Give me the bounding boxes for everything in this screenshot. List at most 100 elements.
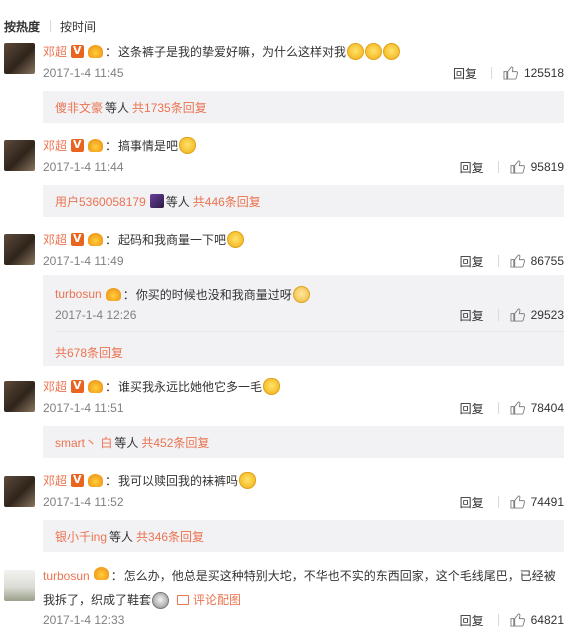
reply-button[interactable]: 回复 — [460, 253, 484, 270]
thumbs-up-icon[interactable] — [510, 160, 525, 174]
avatar[interactable] — [4, 570, 35, 601]
comment-text-continued: 我拆了，织成了鞋套 — [43, 593, 152, 607]
colon: ： — [105, 232, 118, 247]
like-count: 86755 — [530, 254, 564, 268]
comment-image-link[interactable]: 评论配图 — [177, 593, 241, 607]
comment-meta: 2017-1-4 11:44 回复 95819 — [43, 159, 568, 175]
reply-button[interactable]: 回复 — [453, 65, 477, 82]
colon: ： — [105, 379, 118, 394]
tab-by-hot[interactable]: 按热度 — [4, 18, 40, 35]
replies-summary[interactable]: 傻非文豪 等人 共1735条回复 — [43, 91, 564, 123]
action-divider — [497, 309, 499, 321]
comment-text: 怎么办，他总是买这种特别大坨，不华也不实的东西回家，这个毛线尾巴，已经被 — [123, 569, 556, 583]
reply-username[interactable]: smart丶 白 — [55, 434, 112, 451]
comment-line: 邓超 ： 搞事情是吧 — [43, 136, 197, 154]
colon: ： — [105, 44, 118, 59]
reply-others: 等人 — [114, 435, 139, 450]
vip-crown-icon — [88, 44, 104, 58]
crying-emoji-icon — [347, 42, 365, 60]
colon: ： — [105, 473, 118, 488]
comment-meta: 2017-1-4 11:52 回复 74491 — [43, 494, 568, 510]
cat-smirk-emoji-icon — [263, 377, 281, 395]
like-count: 78404 — [530, 401, 564, 415]
avatar[interactable] — [4, 43, 35, 74]
reply-button[interactable]: 回复 — [460, 400, 484, 417]
user-badge-icon — [149, 194, 164, 208]
nested-divider — [55, 331, 564, 332]
comment-line: 邓超 ： 我可以赎回我的袜裤吗 — [43, 471, 257, 489]
cat-smirk-emoji-icon — [179, 136, 197, 154]
reply-count-link[interactable]: 共346条回复 — [136, 528, 204, 545]
comment-line: turbosun ：怎么办，他总是买这种特别大坨，不华也不实的东西回家，这个毛线尾… — [43, 564, 563, 612]
eye-roll-emoji-icon — [292, 285, 310, 303]
comment-line-2: 我拆了，织成了鞋套 评论配图 — [43, 588, 563, 612]
username[interactable]: 邓超 — [43, 43, 67, 60]
action-divider — [497, 402, 499, 414]
nested-reply-line: turbosun ： 你买的时候也没和我商量过呀 — [55, 285, 310, 303]
avatar[interactable] — [4, 476, 35, 507]
username[interactable]: turbosun — [43, 569, 90, 583]
username[interactable]: turbosun — [55, 287, 102, 301]
thumbs-up-icon[interactable] — [510, 495, 525, 509]
comment-actions: 回复 74491 — [460, 494, 564, 510]
thumbs-up-icon[interactable] — [510, 254, 525, 268]
thumbs-up-icon[interactable] — [510, 308, 525, 322]
comment-meta: 2017-1-4 12:33 回复 64821 — [43, 612, 568, 628]
username[interactable]: 邓超 — [43, 378, 67, 395]
replies-summary[interactable]: smart丶 白 等人 共452条回复 — [43, 426, 564, 458]
replies-summary[interactable]: 用户5360058179 等人 共446条回复 — [43, 185, 564, 217]
timestamp: 2017-1-4 11:52 — [43, 495, 124, 509]
reply-username[interactable]: 用户5360058179 — [55, 193, 146, 210]
timestamp: 2017-1-4 11:44 — [43, 160, 124, 174]
comment-actions: 回复 86755 — [460, 253, 564, 269]
colon: ： — [122, 287, 135, 302]
reply-button[interactable]: 回复 — [460, 307, 484, 324]
reply-count-link[interactable]: 共446条回复 — [193, 193, 261, 210]
reply-username[interactable]: 银小千ing — [55, 528, 107, 545]
comment-meta: 2017-1-4 11:49 回复 86755 — [43, 253, 568, 269]
reply-count-link[interactable]: 共452条回复 — [141, 434, 209, 451]
nested-reply: turbosun ： 你买的时候也没和我商量过呀 2017-1-4 12:26 … — [43, 275, 564, 366]
comment-line: 邓超 ： 起码和我商量一下吧 — [43, 230, 245, 248]
reply-others: 等人 — [109, 529, 134, 544]
reply-username[interactable]: 傻非文豪 — [55, 99, 103, 116]
timestamp: 2017-1-4 11:49 — [43, 254, 124, 268]
username[interactable]: 邓超 — [43, 472, 67, 489]
like-count: 29523 — [530, 308, 564, 322]
comment-meta: 2017-1-4 11:45 回复 125518 — [43, 65, 568, 81]
timestamp: 2017-1-4 11:45 — [43, 66, 124, 80]
comment-image-label: 评论配图 — [193, 593, 242, 607]
reply-button[interactable]: 回复 — [460, 159, 484, 176]
comment-line-1: turbosun ：怎么办，他总是买这种特别大坨，不华也不实的东西回家，这个毛线尾… — [43, 564, 563, 588]
doge-emoji-icon — [152, 592, 170, 610]
thumbs-up-icon[interactable] — [510, 613, 525, 627]
vip-crown-icon — [93, 567, 109, 580]
thumbs-up-icon[interactable] — [503, 66, 518, 80]
reply-button[interactable]: 回复 — [460, 494, 484, 511]
username[interactable]: 邓超 — [43, 137, 67, 154]
action-divider — [490, 67, 492, 79]
vip-crown-icon — [88, 232, 104, 246]
action-divider — [497, 255, 499, 267]
vip-crown-icon — [88, 379, 104, 393]
action-divider — [497, 161, 499, 173]
comment-line: 邓超 ： 谁买我永远比她他它多一毛 — [43, 377, 281, 395]
timestamp: 2017-1-4 12:33 — [43, 613, 125, 627]
avatar[interactable] — [4, 140, 35, 171]
thumbs-up-icon[interactable] — [510, 401, 525, 415]
avatar[interactable] — [4, 381, 35, 412]
tab-by-time[interactable]: 按时间 — [60, 18, 96, 35]
reply-button[interactable]: 回复 — [460, 612, 484, 629]
replies-summary[interactable]: 银小千ing 等人 共346条回复 — [43, 520, 564, 552]
reply-others: 等人 — [165, 194, 190, 209]
vip-crown-icon — [105, 287, 121, 301]
comment-actions: 回复 95819 — [460, 159, 564, 175]
timestamp: 2017-1-4 12:26 — [55, 308, 137, 322]
vip-crown-icon — [88, 138, 104, 152]
image-icon — [177, 595, 190, 605]
reply-text: 你买的时候也没和我商量过呀 — [135, 287, 292, 302]
username[interactable]: 邓超 — [43, 231, 67, 248]
reply-count-link[interactable]: 共678条回复 — [55, 344, 123, 361]
avatar[interactable] — [4, 234, 35, 265]
reply-count-link[interactable]: 共1735条回复 — [132, 99, 207, 116]
